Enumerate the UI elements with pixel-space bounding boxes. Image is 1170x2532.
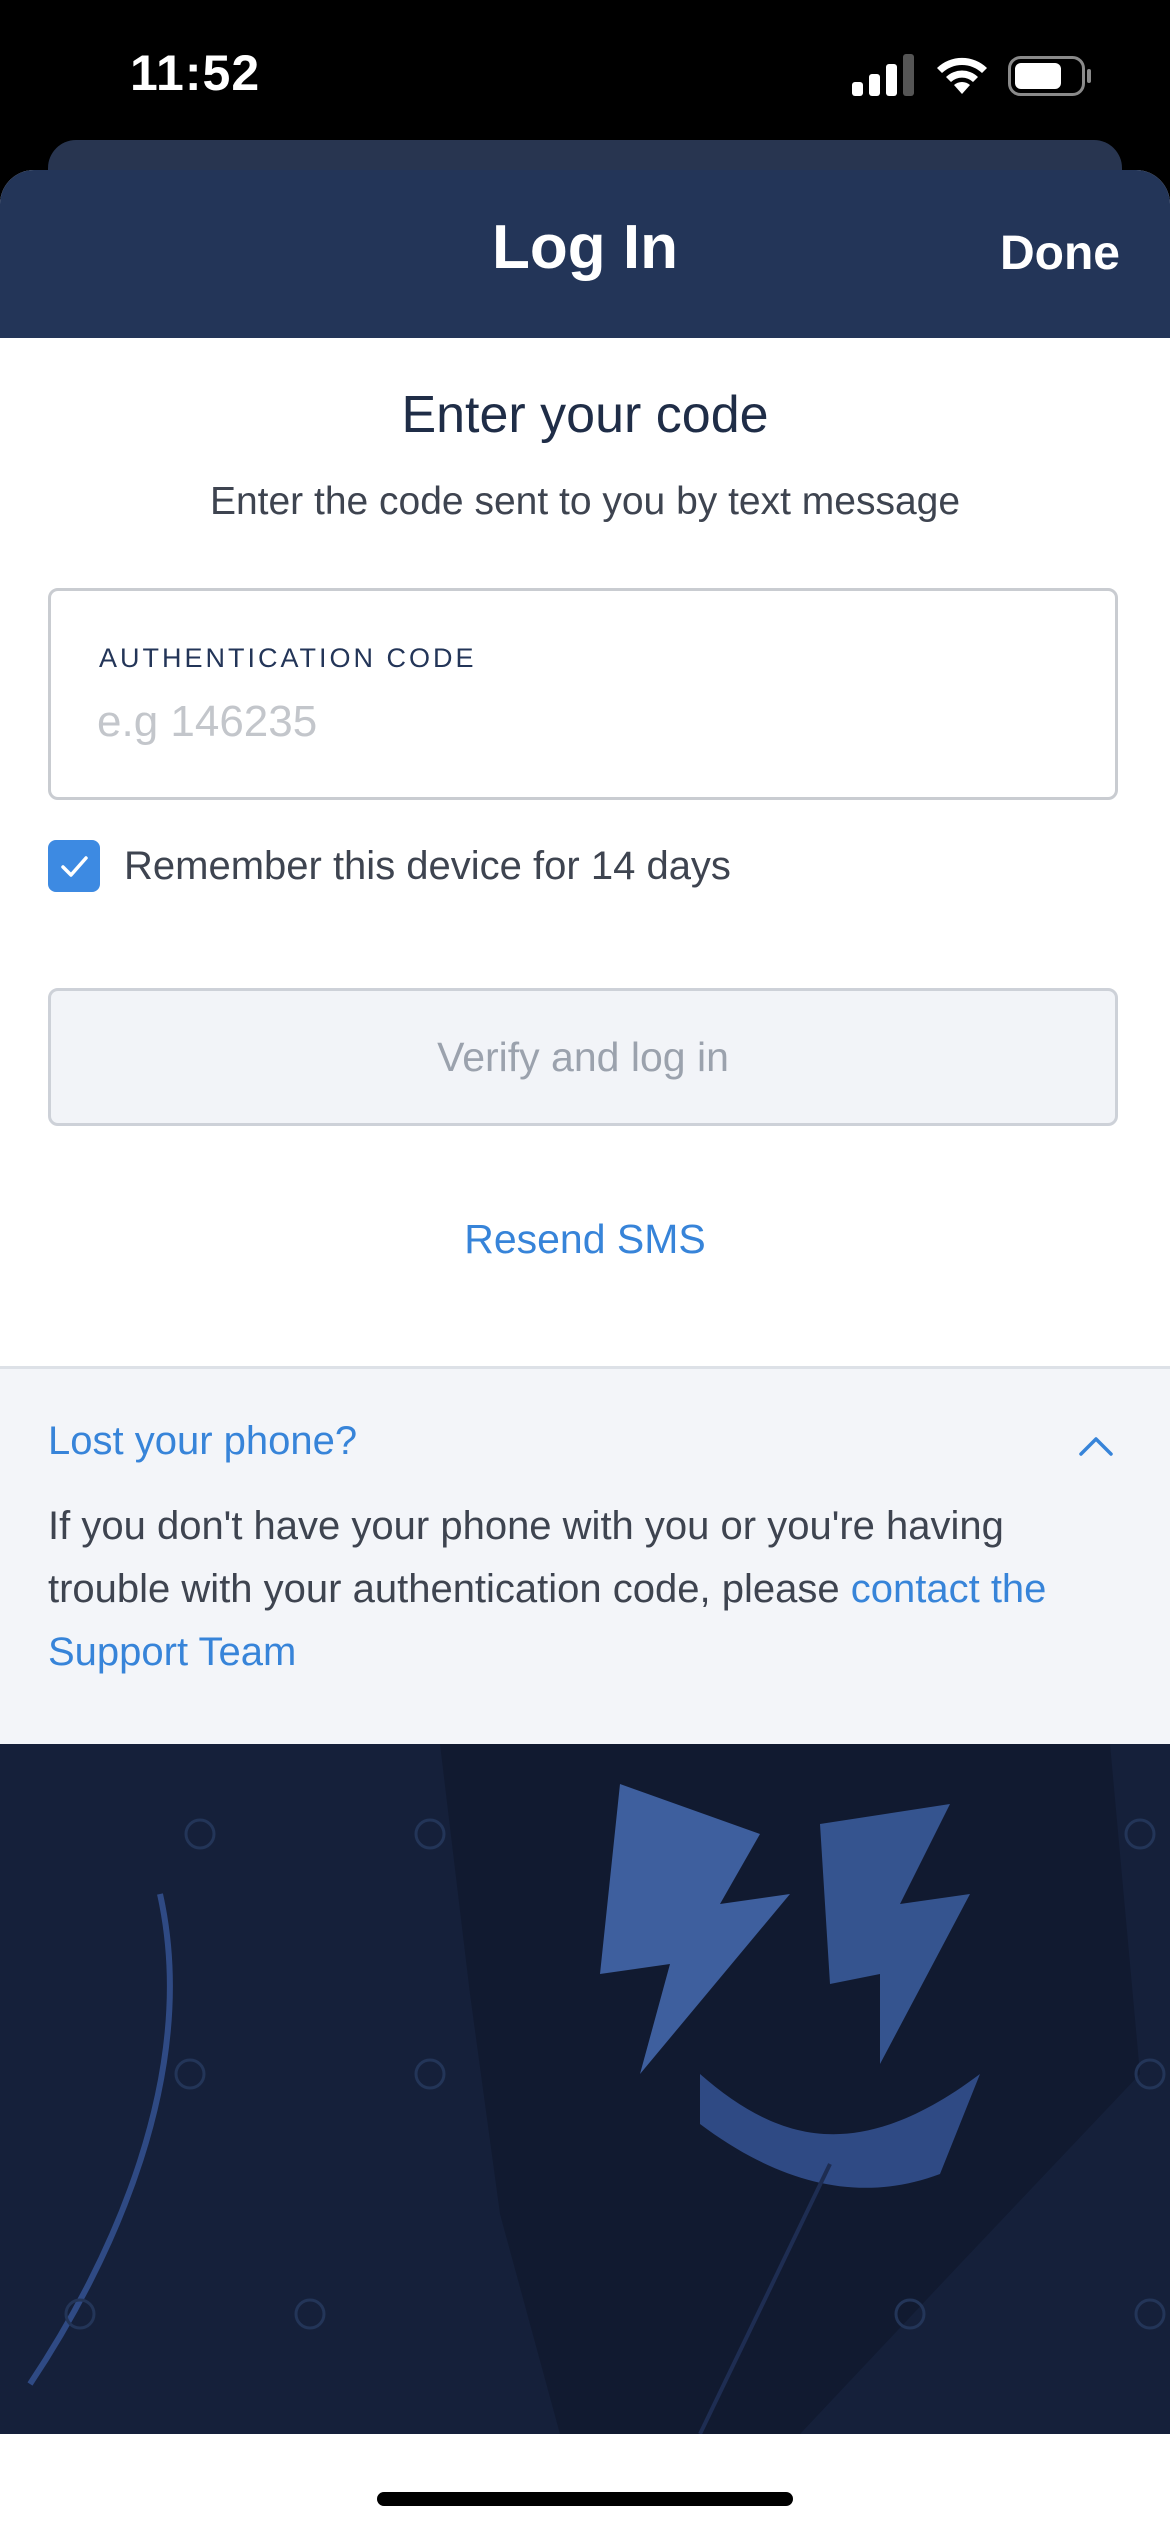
code-instructions: Enter the code sent to you by text messa… <box>209 480 961 523</box>
home-indicator[interactable] <box>377 2492 793 2506</box>
authentication-code-input[interactable] <box>97 697 1057 747</box>
lost-phone-toggle[interactable]: Lost your phone? <box>48 1419 357 1464</box>
battery-icon <box>1008 56 1091 96</box>
resend-sms-link[interactable]: Resend SMS <box>0 1216 1170 1263</box>
page-title: Log In <box>492 213 678 282</box>
wifi-icon <box>937 57 987 94</box>
code-heading: Enter your code <box>401 386 769 444</box>
checkmark-icon <box>61 856 88 877</box>
status-bar: 11:52 <box>0 0 1170 150</box>
lightning-jersey-art <box>0 1744 1170 2434</box>
done-button[interactable]: Done <box>1000 226 1120 281</box>
remember-device-label: Remember this device for 14 days <box>124 844 731 888</box>
login-sheet: Log In Done Enter your code Enter the co… <box>0 170 1170 2532</box>
nav-bar: Log In Done <box>0 170 1170 338</box>
hero-illustration <box>0 1744 1170 2434</box>
lost-phone-help-text: If you don't have your phone with you or… <box>48 1495 1128 1684</box>
status-time: 11:52 <box>130 45 261 101</box>
authentication-code-field[interactable]: AUTHENTICATION CODE <box>48 588 1118 800</box>
verify-login-button[interactable]: Verify and log in <box>48 988 1118 1126</box>
lost-phone-panel: Lost your phone? If you don't have your … <box>0 1366 1170 1744</box>
chevron-up-icon[interactable] <box>1076 1433 1116 1459</box>
signal-icon <box>852 54 914 96</box>
bottom-safe-area <box>0 2434 1170 2532</box>
authentication-code-label: AUTHENTICATION CODE <box>99 643 477 673</box>
remember-device-checkbox[interactable] <box>48 840 100 892</box>
